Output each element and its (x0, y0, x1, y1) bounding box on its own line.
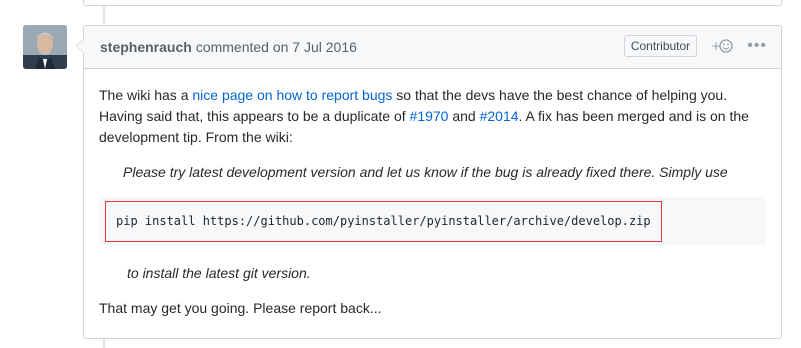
paragraph-intro: The wiki has a nice page on how to repor… (99, 85, 766, 148)
comment-header: stephenrauch commented on 7 Jul 2016 Con… (84, 26, 781, 69)
text-span: and (448, 108, 480, 124)
timeline-line-top (103, 6, 105, 25)
add-reaction-button[interactable]: + (711, 38, 733, 54)
issue-link-1970[interactable]: #1970 (410, 108, 449, 124)
comment-card: stephenrauch commented on 7 Jul 2016 Con… (76, 25, 782, 339)
header-actions: Contributor + ••• (623, 35, 767, 57)
closing-text: That may get you going. Please report ba… (99, 300, 382, 316)
author-avatar[interactable] (23, 25, 67, 69)
author-link[interactable]: stephenrauch (100, 39, 192, 55)
previous-comment-bottom (83, 0, 782, 6)
wiki-quote-continued: to install the latest git version. (127, 265, 311, 281)
comment-body: The wiki has a nice page on how to repor… (84, 69, 781, 319)
smiley-plus-icon: + (711, 39, 733, 53)
pip-install-command[interactable]: pip install https://github.com/pyinstall… (105, 200, 662, 242)
timeline-line-bottom (103, 339, 105, 348)
code-block: pip install https://github.com/pyinstall… (99, 197, 766, 245)
text-span: The wiki has a (99, 87, 193, 103)
contributor-badge: Contributor (623, 35, 698, 57)
avatar-image (23, 25, 67, 69)
issue-link-2014[interactable]: #2014 (480, 108, 519, 124)
kebab-menu-icon[interactable]: ••• (747, 37, 767, 55)
wiki-quote: Please try latest development version an… (123, 164, 728, 180)
comment-timestamp[interactable]: commented on 7 Jul 2016 (196, 39, 357, 55)
wiki-link[interactable]: nice page on how to report bugs (192, 87, 392, 103)
